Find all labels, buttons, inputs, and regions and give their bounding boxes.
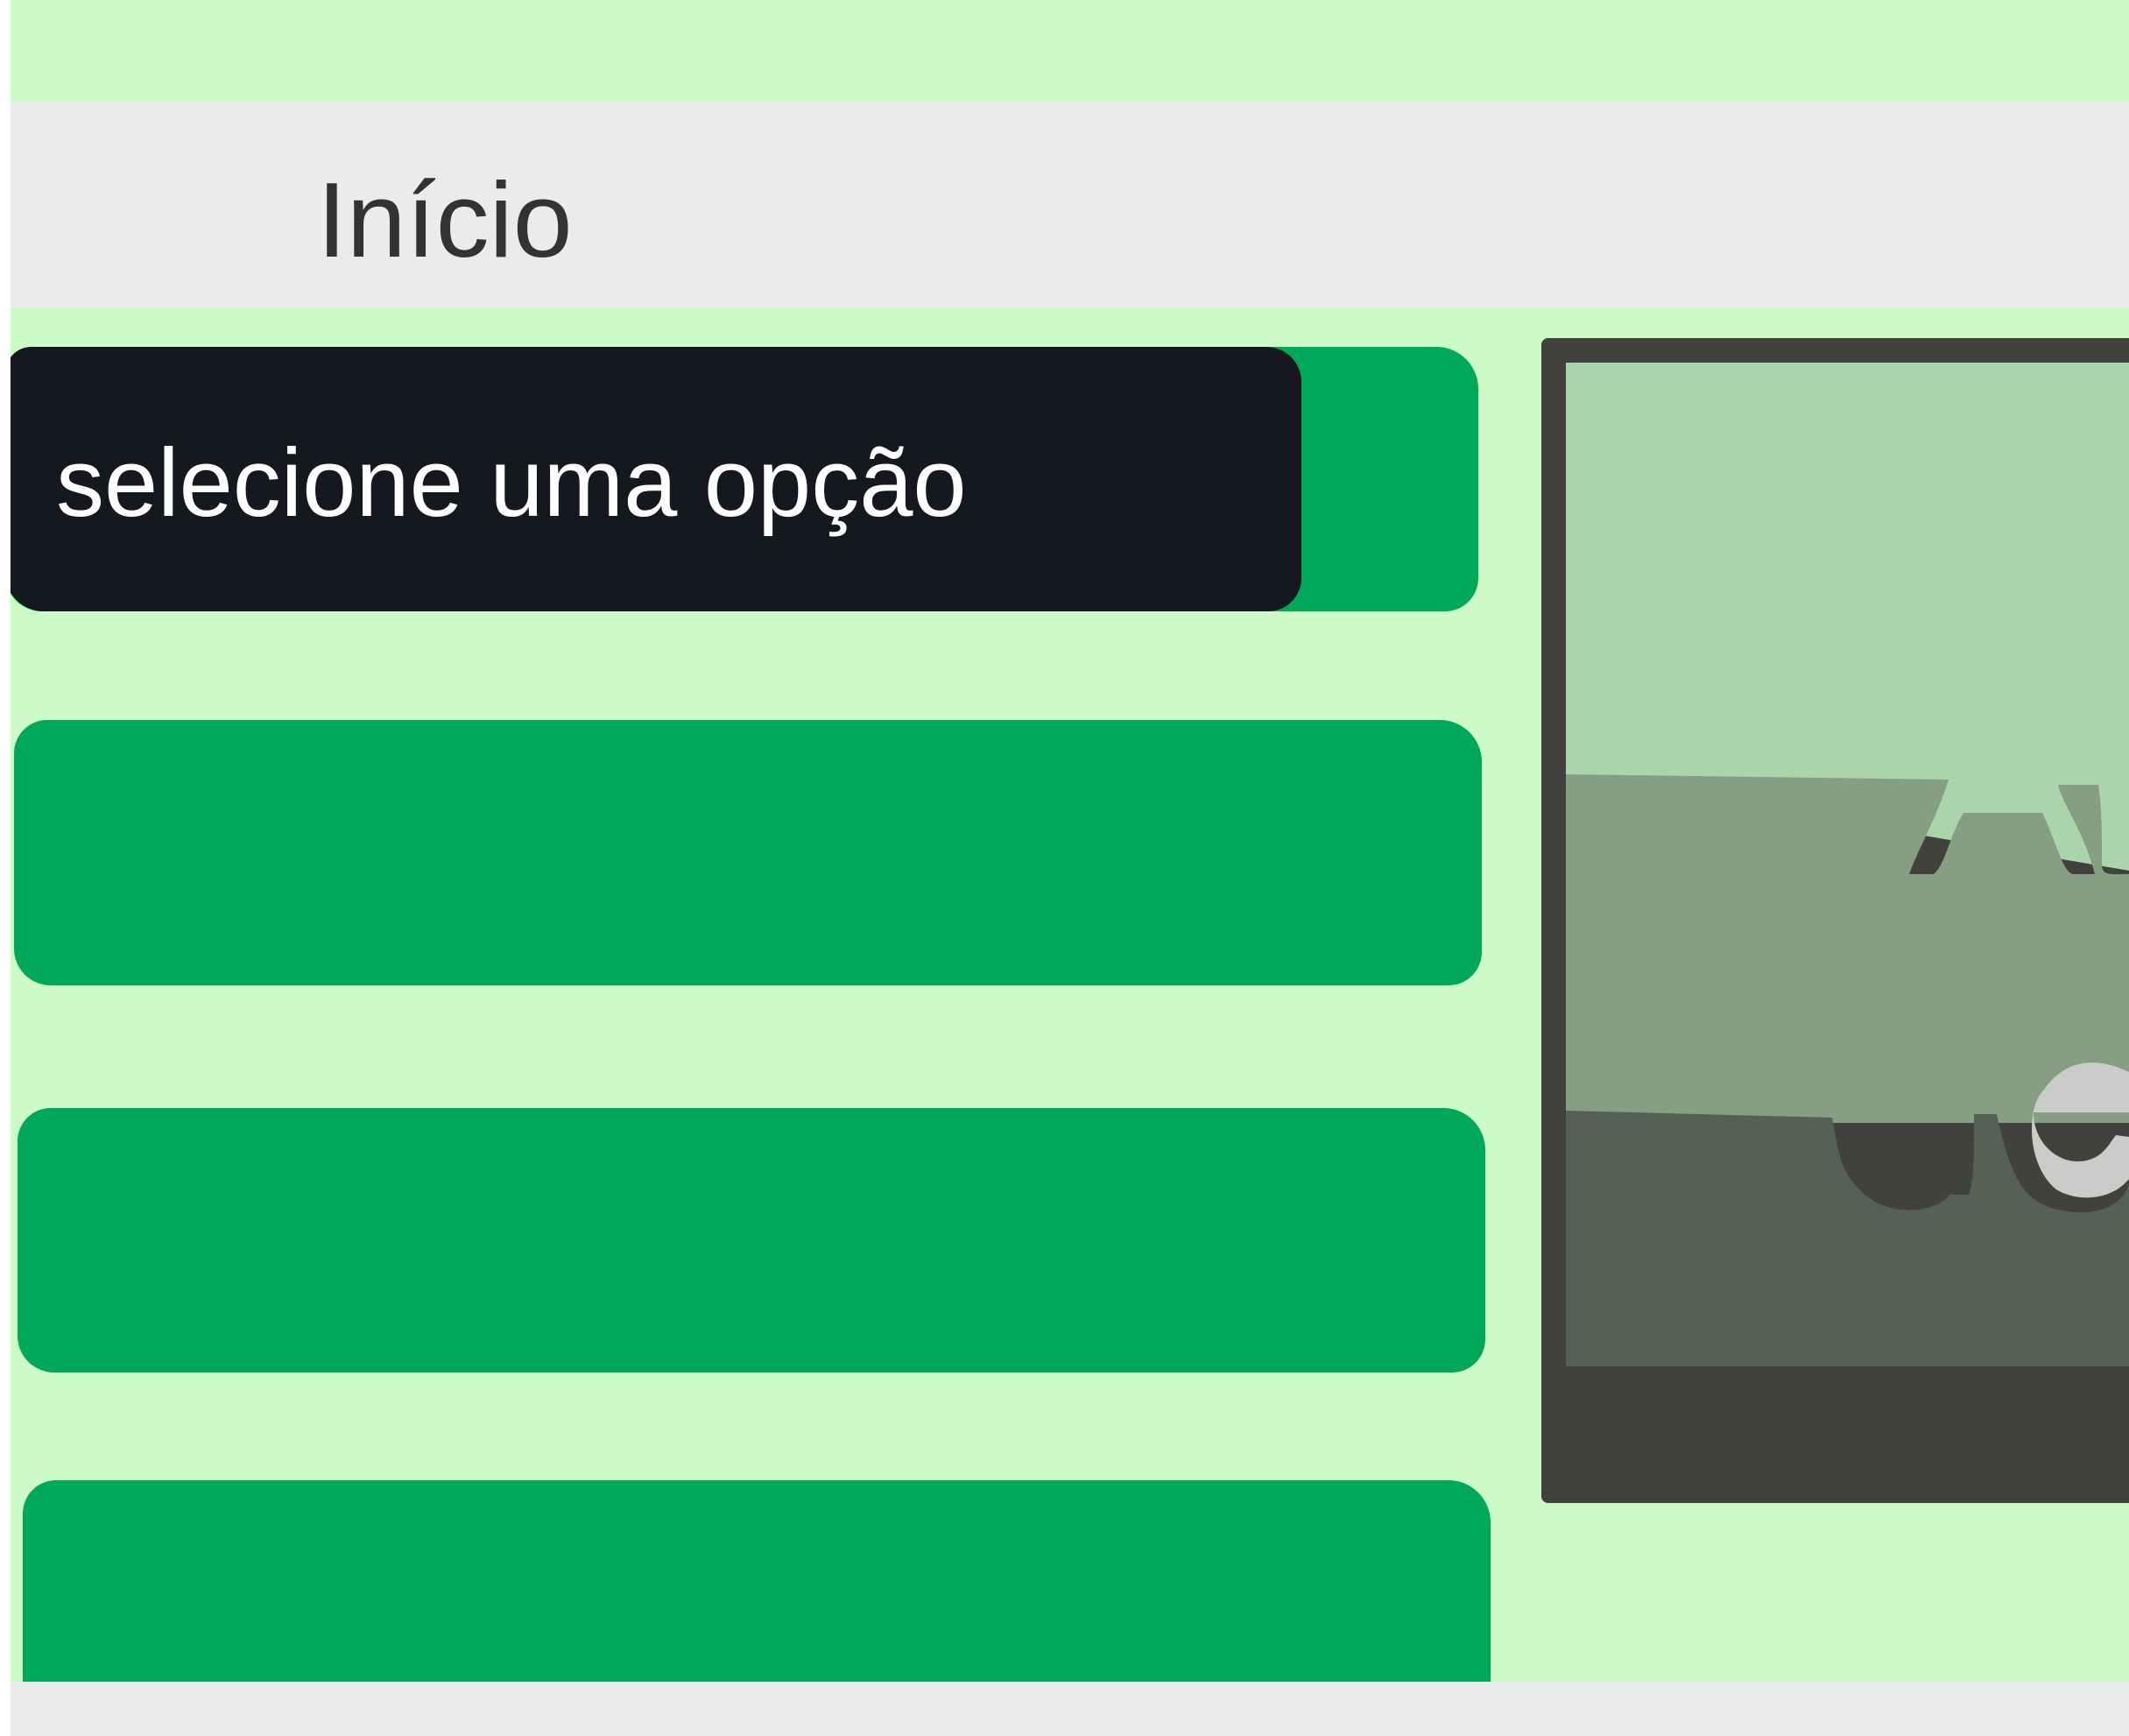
option-button-2[interactable] (14, 720, 1482, 985)
select-option-popup: selecione uma opção (11, 347, 1301, 611)
app-page: Início selecione uma opção (11, 0, 2129, 1736)
top-band (11, 0, 2129, 102)
preview-illustration (1541, 338, 2129, 1503)
page-title: Início (317, 160, 573, 279)
bottom-band (11, 1682, 2129, 1736)
preview-image (1541, 338, 2129, 1503)
option-button-3[interactable] (18, 1108, 1485, 1373)
select-option-label: selecione uma opção (56, 429, 967, 537)
